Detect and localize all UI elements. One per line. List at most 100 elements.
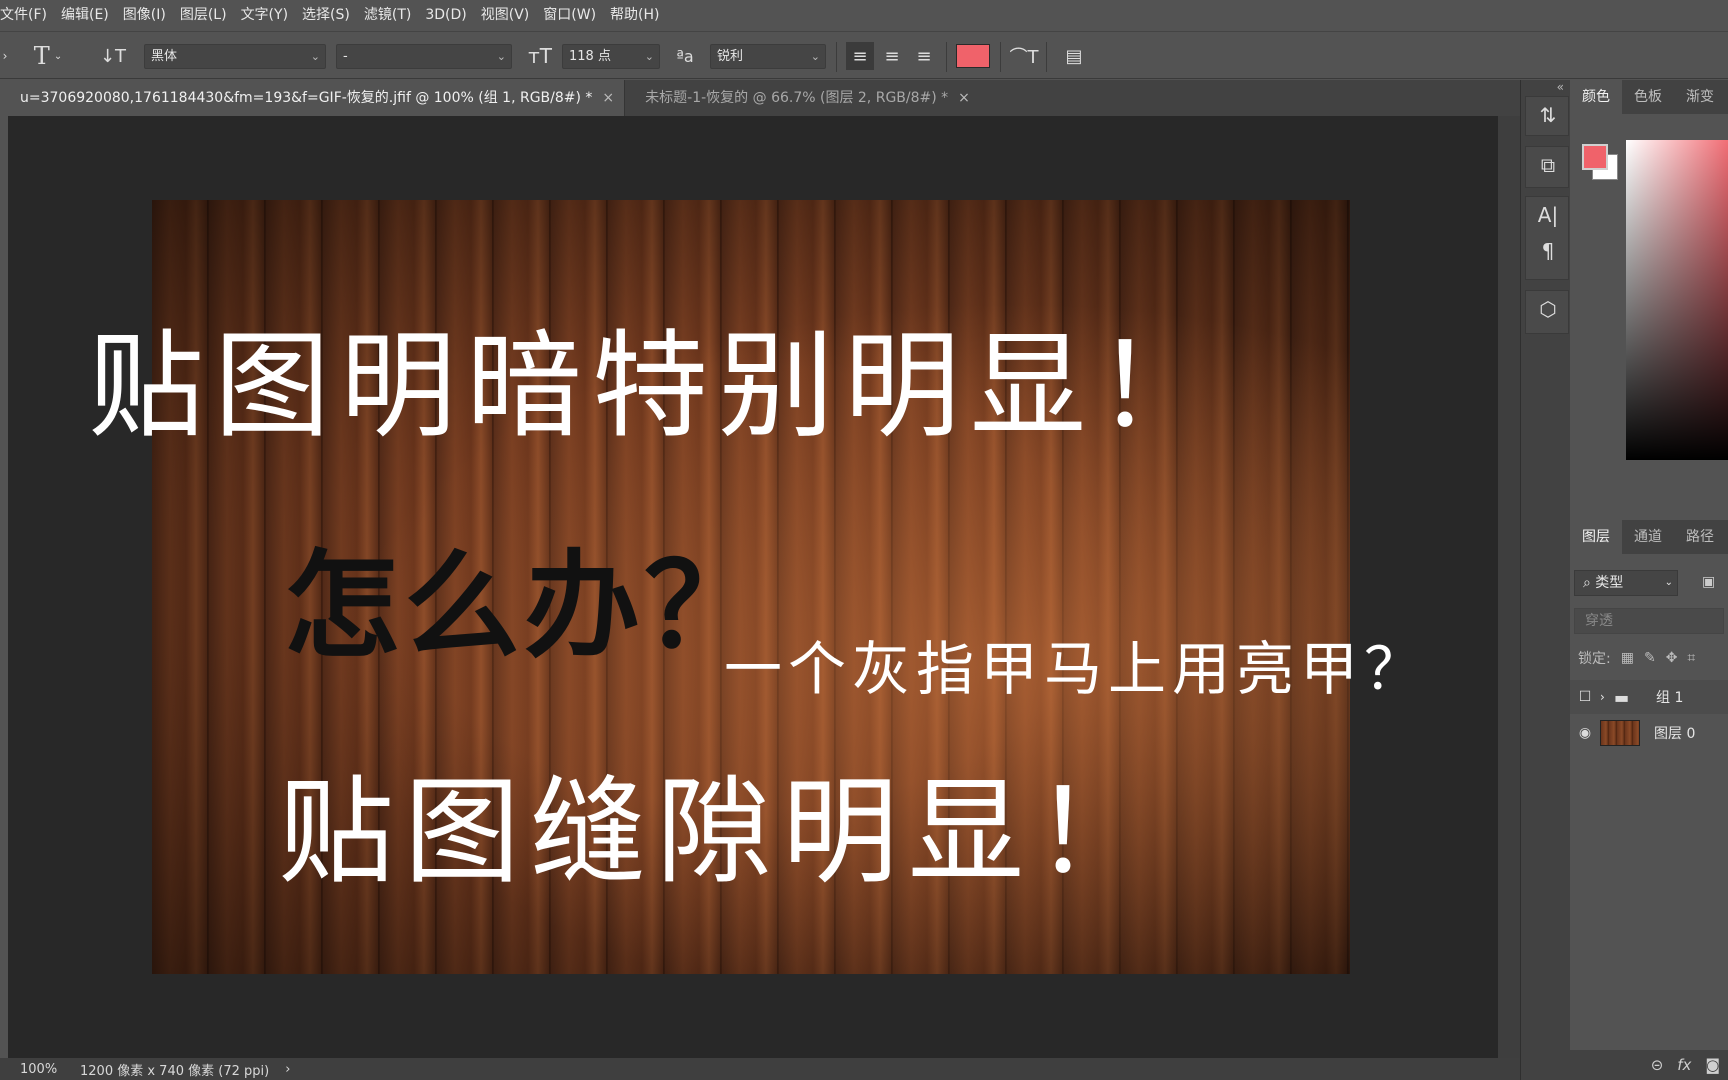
color-panel-tabs: 颜色 色板 渐变 (1570, 80, 1728, 114)
text-orientation-icon[interactable]: ↓T (98, 40, 128, 72)
visibility-off-icon[interactable]: ☐ (1570, 689, 1600, 705)
font-size-icon: ᴛT (528, 44, 552, 68)
tab-gradients[interactable]: 渐变 (1674, 80, 1726, 114)
chevron-down-icon: ⌄ (310, 50, 320, 63)
text-color-swatch[interactable] (956, 44, 990, 68)
lock-transparency-icon[interactable]: ▦ (1621, 650, 1634, 666)
menu-window[interactable]: 窗口(W) (536, 0, 603, 30)
lock-position-icon[interactable]: ✥ (1666, 650, 1678, 666)
3d-cube-icon[interactable]: ⬡ (1526, 291, 1570, 327)
menu-type[interactable]: 文字(Y) (234, 0, 295, 30)
antialias-value: 锐利 (717, 49, 744, 64)
collapse-panels-icon[interactable]: « (1557, 80, 1564, 94)
tab-paths[interactable]: 路径 (1674, 520, 1726, 554)
align-center-icon[interactable]: ≡ (878, 42, 906, 70)
vertical-scrollbar[interactable] (1498, 116, 1520, 1058)
chevron-down-icon: ⌄ (1664, 577, 1673, 588)
character-panel-icon[interactable]: ▤ (1060, 42, 1088, 70)
menu-layer[interactable]: 图层(L) (173, 0, 234, 30)
character-icon[interactable]: A| (1526, 197, 1570, 233)
zoom-level[interactable]: 100% (0, 1062, 64, 1077)
menu-3d[interactable]: 3D(D) (418, 0, 473, 30)
align-left-icon[interactable]: ≡ (846, 42, 874, 70)
lock-row: 锁定: ▦ ✎ ✥ ⌗ (1578, 648, 1695, 668)
canvas-text-line-2[interactable]: 怎么办？ (284, 512, 764, 680)
layer-row-image-0[interactable]: ◉ 图层 0 (1570, 716, 1728, 750)
lock-brush-icon[interactable]: ✎ (1644, 650, 1656, 666)
type-panels-group: A| ¶ (1525, 196, 1569, 280)
layers-panel-tabs: 图层 通道 路径 (1570, 520, 1728, 554)
color-picker-field[interactable] (1626, 140, 1728, 460)
layer-filter-select[interactable]: ⌕ 类型 ⌄ (1574, 570, 1678, 596)
menu-view[interactable]: 视图(V) (474, 0, 537, 30)
libraries-icon[interactable]: ⧉ (1526, 147, 1570, 183)
expand-arrow-icon[interactable]: › (1600, 690, 1614, 704)
menu-edit[interactable]: 编辑(E) (54, 0, 116, 30)
antialias-icon: ªa (676, 46, 694, 66)
menu-help[interactable]: 帮助(H) (603, 0, 666, 30)
warp-text-icon[interactable]: ⌒T (1010, 42, 1039, 70)
tab-document-2[interactable]: 未标题-1-恢复的 @ 66.7% (图层 2, RGB/8#) * × (624, 80, 980, 116)
lock-artboard-icon[interactable]: ⌗ (1687, 650, 1695, 666)
menu-filter[interactable]: 滤镜(T) (357, 0, 418, 30)
menu-bar: 文件(F) 编辑(E) 图像(I) 图层(L) 文字(Y) 选择(S) 滤镜(T… (0, 0, 1728, 30)
layer-name[interactable]: 图层 0 (1654, 723, 1695, 743)
font-size-value: 118 点 (569, 49, 611, 64)
layer-filter-value: 类型 (1595, 575, 1624, 591)
foreground-color-swatch[interactable] (1582, 144, 1608, 170)
font-family-select[interactable]: 黑体 ⌄ (144, 44, 326, 69)
chevron-down-icon: ⌄ (644, 50, 654, 63)
add-mask-icon[interactable]: ◙ (1705, 1056, 1720, 1074)
status-arrow-icon[interactable]: › (285, 1062, 290, 1077)
fx-icon[interactable]: fx (1677, 1056, 1691, 1074)
antialias-select[interactable]: 锐利 ⌄ (710, 44, 826, 69)
canvas-text-line-4[interactable]: 贴图缝隙明显！ (278, 738, 1160, 906)
document-tabs: u=3706920080,1761184430&fm=193&f=GIF-恢复的… (0, 80, 1520, 116)
document-size: 1200 像素 x 740 像素 (72 ppi) (80, 1063, 270, 1079)
paragraph-icon[interactable]: ¶ (1526, 233, 1570, 269)
tab-title: u=3706920080,1761184430&fm=193&f=GIF-恢复的… (20, 90, 593, 106)
canvas-text-line-3[interactable]: 一个灰指甲马上用亮甲？ (724, 622, 1428, 706)
close-icon[interactable]: × (958, 80, 970, 116)
eye-icon[interactable]: ◉ (1570, 725, 1600, 741)
panel-icon-strip: « ⇅ ⧉ A| ¶ ⬡ (1520, 80, 1570, 1080)
menu-file[interactable]: 文件(F) (0, 0, 54, 30)
filter-pixel-icon[interactable]: ▣ (1702, 574, 1715, 590)
tab-swatches[interactable]: 色板 (1622, 80, 1674, 114)
options-divider (1046, 42, 1047, 72)
blend-mode-value: 穿透 (1585, 613, 1613, 629)
blend-mode-select[interactable]: 穿透 (1574, 608, 1724, 634)
font-style-select[interactable]: - ⌄ (336, 44, 512, 69)
type-tool-icon[interactable]: T ⌄ (30, 40, 66, 72)
chevron-down-icon: ⌄ (810, 50, 820, 63)
close-icon[interactable]: × (602, 80, 614, 116)
layer-row-group-1[interactable]: ☐ › ▬ 组 1 (1570, 680, 1728, 714)
font-family-value: 黑体 (151, 49, 178, 64)
adjustments-group: ⧉ (1525, 146, 1569, 188)
search-icon: ⌕ (1583, 575, 1591, 591)
canvas-text-line-1[interactable]: 贴图明暗特别明显！ (88, 292, 1222, 460)
layer-thumbnail (1600, 720, 1640, 746)
link-layers-icon[interactable]: ⊝ (1651, 1056, 1664, 1074)
options-divider (946, 42, 947, 72)
folder-icon: ▬ (1614, 687, 1630, 707)
tab-document-1[interactable]: u=3706920080,1761184430&fm=193&f=GIF-恢复的… (0, 80, 625, 116)
tab-title: 未标题-1-恢复的 @ 66.7% (图层 2, RGB/8#) * (645, 90, 949, 106)
menu-select[interactable]: 选择(S) (295, 0, 357, 30)
options-divider (1000, 42, 1001, 72)
menu-image[interactable]: 图像(I) (116, 0, 173, 30)
font-size-select[interactable]: 118 点 ⌄ (562, 44, 660, 69)
chevron-down-icon: ⌄ (496, 50, 506, 63)
lock-label: 锁定: (1578, 651, 1611, 667)
align-right-icon[interactable]: ≡ (910, 42, 938, 70)
layer-name[interactable]: 组 1 (1656, 687, 1683, 707)
history-group: ⇅ (1525, 96, 1569, 136)
tab-channels[interactable]: 通道 (1622, 520, 1674, 554)
tool-preset-arrow-icon[interactable]: › (0, 44, 10, 68)
layers-panel: 图层 通道 路径 ⌕ 类型 ⌄ ▣ 穿透 锁定: ▦ ✎ ✥ ⌗ ☐ › ▬ 组… (1570, 520, 1728, 1050)
options-bar: › T ⌄ ↓T 黑体 ⌄ - ⌄ ᴛT 118 点 ⌄ ªa 锐利 ⌄ ≡ ≡ ≡ ⌒T… (0, 31, 1728, 79)
tab-color[interactable]: 颜色 (1570, 80, 1622, 114)
history-icon[interactable]: ⇅ (1526, 97, 1570, 133)
options-divider (836, 42, 837, 72)
tab-layers[interactable]: 图层 (1570, 520, 1622, 554)
